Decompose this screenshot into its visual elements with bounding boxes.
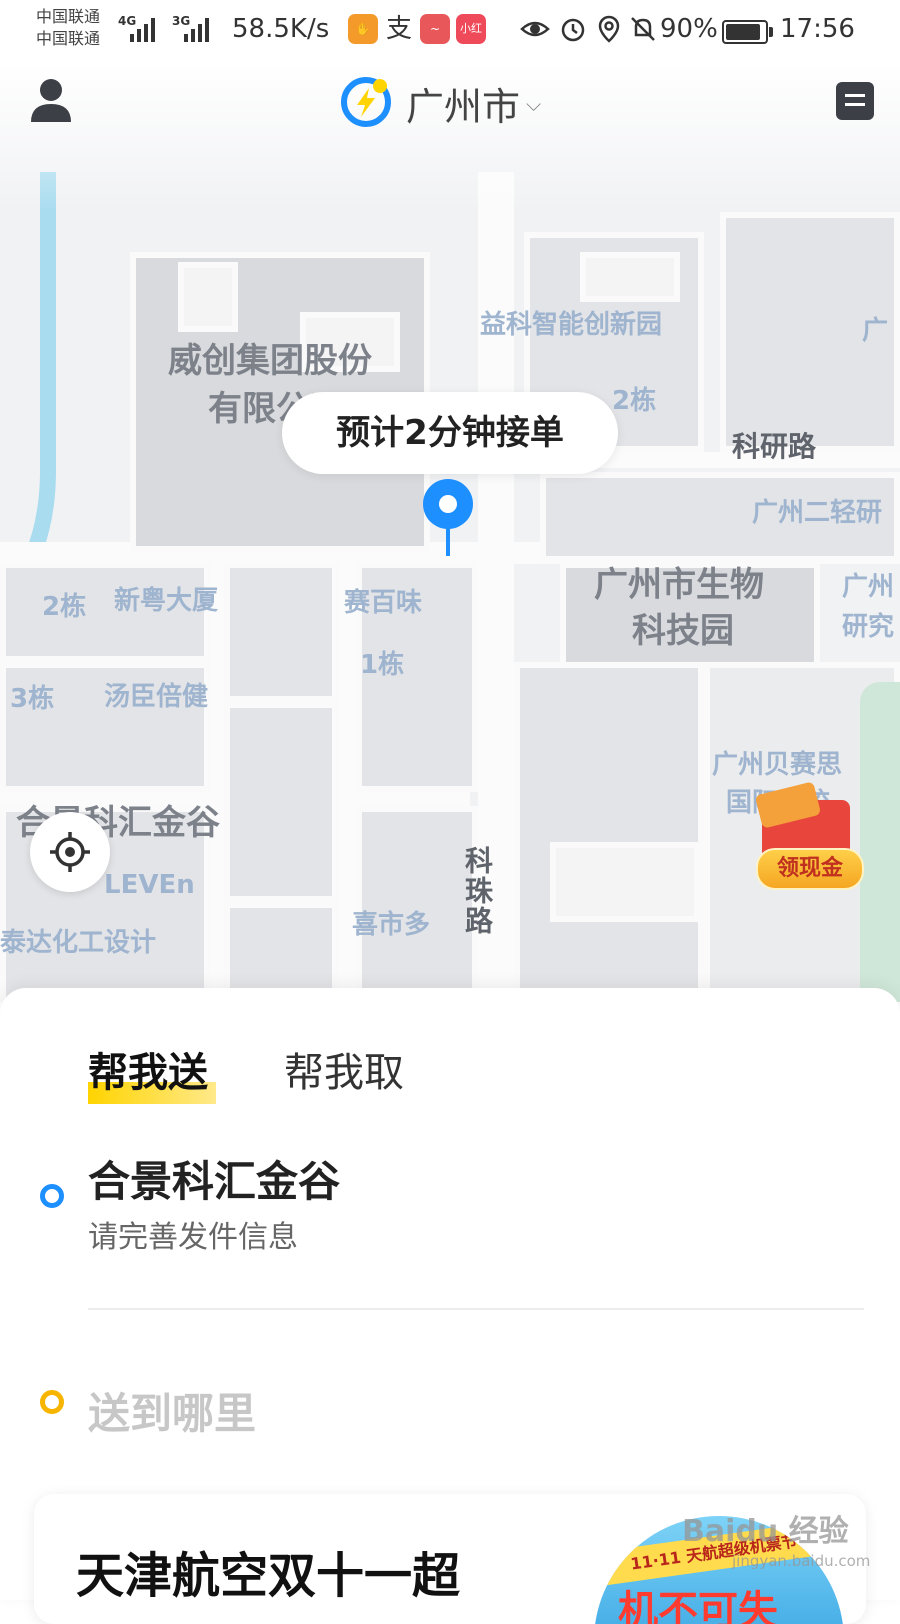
map-label-tangchen: 汤臣倍健 [104,682,209,712]
network-speed: 58.5K/s [232,14,330,44]
block-se-small [550,842,700,922]
tab-send[interactable]: 帮我送 [88,1040,216,1104]
alarm-icon [561,18,585,42]
map-label-top-right: 广 [862,316,889,346]
map-label-bldg3: 3栋 [10,684,55,714]
locate-me-button[interactable] [30,812,110,892]
red-packet-button[interactable]: 领现金 [748,778,868,890]
menu-icon[interactable] [836,82,874,120]
mute-icon [631,17,655,41]
signal-1-icon [122,16,160,42]
map-label-yike: 益科智能创新园 [480,310,663,340]
tab-send-label: 帮我送 [88,1050,208,1096]
map-label-keyan-road: 科研路 [732,430,817,463]
map-label-saibaiwei: 赛百味 [344,588,423,618]
map-label-bldg2-left: 2栋 [42,592,87,622]
block-mid2 [224,702,338,902]
map-label-kezhu-road: 科珠路 [461,846,494,936]
map-label-tailda: 泰达化工设计 [0,928,157,958]
carrier-2: 中国联通 [36,29,101,48]
block-mid1 [224,562,338,702]
status-bar: 中国联通 中国联通 4G 3G 58.5K/s ✋ 支 ~ 小红书 90% 17… [0,0,900,65]
map-label-bio-2: 科技园 [632,611,734,651]
map-label-beisaisi-1: 广州贝赛思 [712,750,843,780]
block-small [178,262,238,332]
origin-subtitle: 请完善发件信息 [88,1220,298,1255]
user-icon[interactable] [30,78,72,122]
city-selector[interactable]: 广州市 ⌵ [340,72,570,129]
alipay-icon: 支 [385,14,412,44]
carrier-info: 中国联通 中国联通 [36,6,100,50]
origin-dot-icon [40,1184,64,1208]
map-label-gz-right-2: 研究 [842,612,895,642]
origin-title: 合景科汇金谷 [88,1157,341,1206]
map-label-xishiduo: 喜市多 [352,910,431,940]
tab-pickup-label: 帮我取 [284,1050,404,1096]
river [4,172,56,592]
city-name: 广州市 [406,85,521,129]
destination-dot-icon [40,1390,64,1414]
map-label-bldg2-right: 2栋 [612,386,657,416]
locate-me-icon [50,832,90,872]
promo-title: 天津航空双十一超 [76,1548,461,1604]
map-label-eleven: LEVEn [104,870,195,900]
baidu-watermark-url: jingyan.baidu.com [732,1552,871,1570]
signal-2-icon [176,16,214,42]
xiaohongshu-icon: 小红书 [456,14,486,65]
carrier-1: 中国联通 [36,7,101,26]
block-se1 [514,662,704,1002]
block-yike-small [580,252,680,302]
location-icon [598,15,620,43]
weibo-icon: ~ [420,14,450,44]
map-label-gz-light: 广州二轻研 [752,498,883,528]
map-label-bldg1: 1栋 [360,650,405,680]
promo-big-text: 机不可失 [618,1588,778,1624]
battery-percent: 90% [660,14,718,44]
flash-logo-icon [341,77,391,127]
clock: 17:56 [780,14,855,44]
location-pin-icon [423,479,473,556]
map-label-weichuang-1: 威创集团股份 [168,341,372,381]
tab-pickup[interactable]: 帮我取 [284,1040,404,1098]
chevron-down-icon: ⌵ [526,92,542,116]
baidu-watermark: Baidu 经验 [682,1514,849,1549]
destination-input[interactable]: 送到哪里 [88,1380,256,1441]
block-mid3 [224,902,338,1002]
map-label-bio-1: 广州市生物 [594,565,764,605]
map-label-gz-right-1: 广州 [842,572,895,602]
hand-app-icon: ✋ [348,14,378,44]
battery-icon [722,20,773,44]
red-packet-label: 领现金 [756,848,864,890]
map-label-xinyue: 新粤大厦 [114,586,219,616]
divider [88,1308,864,1310]
eta-pill: 预计2分钟接单 [282,392,618,474]
battery-fill [726,24,761,40]
eye-icon [520,21,550,37]
